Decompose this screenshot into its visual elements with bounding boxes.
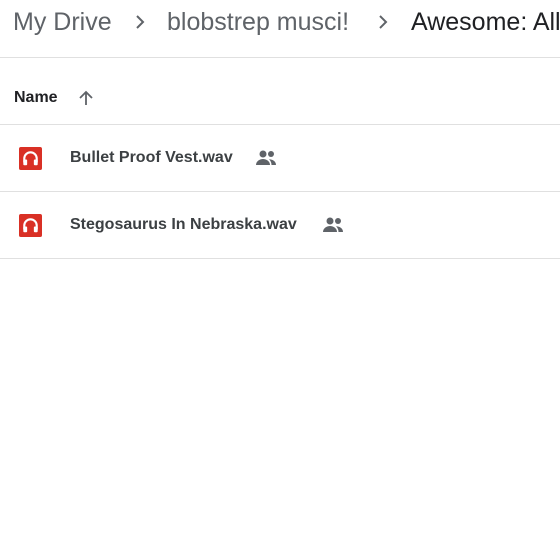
breadcrumb-item-current[interactable]: Awesome: All (411, 7, 560, 37)
chevron-right-icon (379, 15, 388, 29)
breadcrumb-item-my-drive[interactable]: My Drive (13, 7, 112, 37)
audio-file-icon (19, 214, 42, 237)
arrow-up-icon[interactable] (76, 88, 96, 108)
shared-people-icon (323, 217, 343, 232)
file-row[interactable]: Stegosaurus In Nebraska.wav (0, 192, 560, 259)
file-row[interactable]: Bullet Proof Vest.wav (0, 125, 560, 192)
chevron-right-icon (136, 15, 145, 29)
breadcrumb-item-folder[interactable]: blobstrep musci! (167, 7, 349, 37)
audio-file-icon (19, 147, 42, 170)
file-name: Stegosaurus In Nebraska.wav (70, 216, 297, 233)
shared-people-icon (256, 150, 276, 165)
name-column-header[interactable]: Name (14, 89, 58, 107)
breadcrumb: My Drive blobstrep musci! Awesome: All (0, 0, 560, 58)
file-name: Bullet Proof Vest.wav (70, 149, 233, 166)
